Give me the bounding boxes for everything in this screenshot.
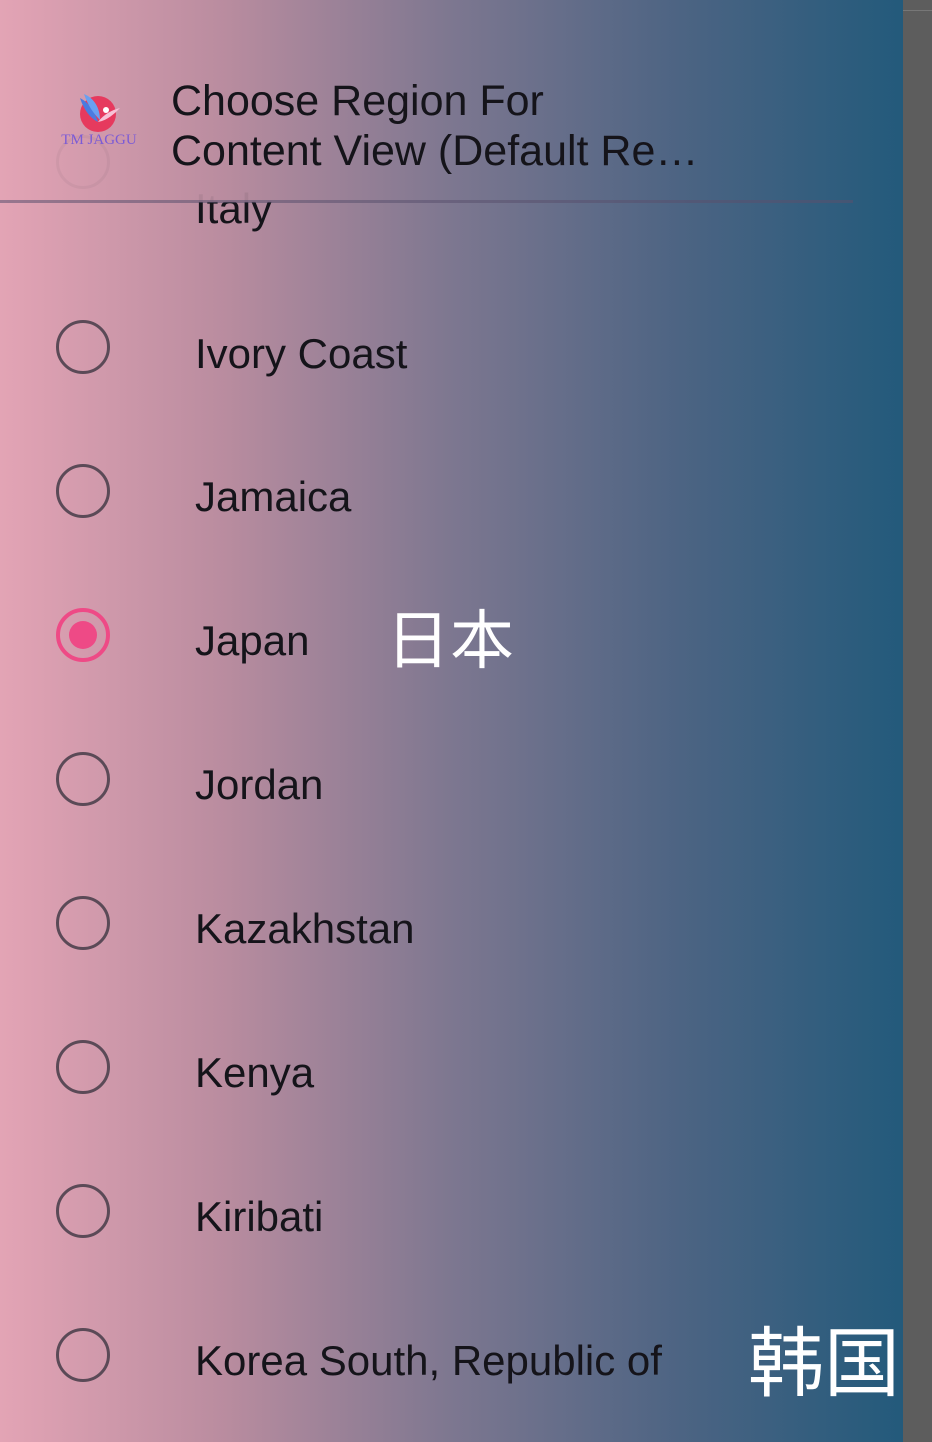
radio-korea-south[interactable] <box>56 1328 110 1382</box>
region-label-kiribati: Kiribati <box>195 1193 324 1240</box>
region-row-ivory-coast[interactable]: Ivory Coast <box>0 282 903 426</box>
radio-kiribati[interactable] <box>56 1184 110 1238</box>
region-row-jordan[interactable]: Jordan <box>0 714 903 858</box>
region-label-jordan: Jordan <box>195 761 324 808</box>
radio-kazakhstan[interactable] <box>56 896 110 950</box>
region-row-kazakhstan[interactable]: Kazakhstan <box>0 858 903 1002</box>
header-divider <box>0 200 853 203</box>
region-row-japan[interactable]: Japan 日本 <box>0 570 903 714</box>
scrim-divider <box>903 10 932 11</box>
logo-text: TM JAGGU <box>61 132 137 148</box>
region-selection-drawer: Italy Ivory Coast Jamaica Japan 日本 Jorda… <box>0 0 903 1442</box>
drawer-title-line-1: Choose Region For <box>171 77 544 125</box>
radio-ivory-coast[interactable] <box>56 320 110 374</box>
region-label-kazakhstan: Kazakhstan <box>195 905 415 952</box>
region-label-ivory-coast: Ivory Coast <box>195 330 408 377</box>
drawer-title: Choose Region For Content View (Default … <box>171 76 781 176</box>
drawer-title-line-2: Content View (Default Re… <box>171 127 699 175</box>
app-logo: TM JAGGU <box>54 88 144 152</box>
region-label-jamaica: Jamaica <box>195 473 352 520</box>
radio-jamaica[interactable] <box>56 464 110 518</box>
region-label-kenya: Kenya <box>195 1049 315 1096</box>
radio-kenya[interactable] <box>56 1040 110 1094</box>
drawer-header: TM JAGGU Choose Region For Content View … <box>0 0 903 202</box>
radio-japan-selected[interactable] <box>56 608 110 662</box>
region-native-name-japan: 日本 <box>386 605 514 679</box>
region-row-kiribati[interactable]: Kiribati <box>0 1146 903 1290</box>
region-row-kenya[interactable]: Kenya <box>0 1002 903 1146</box>
region-row-korea-south[interactable]: Korea South, Republic of 韩国 <box>0 1290 903 1434</box>
region-row-jamaica[interactable]: Jamaica <box>0 426 903 570</box>
region-label-korea-south: Korea South, Republic of <box>195 1337 662 1384</box>
bird-logo-icon <box>80 94 120 132</box>
region-label-japan: Japan <box>195 617 310 664</box>
radio-jordan[interactable] <box>56 752 110 806</box>
region-native-name-korea-south: 韩国 <box>748 1319 900 1408</box>
